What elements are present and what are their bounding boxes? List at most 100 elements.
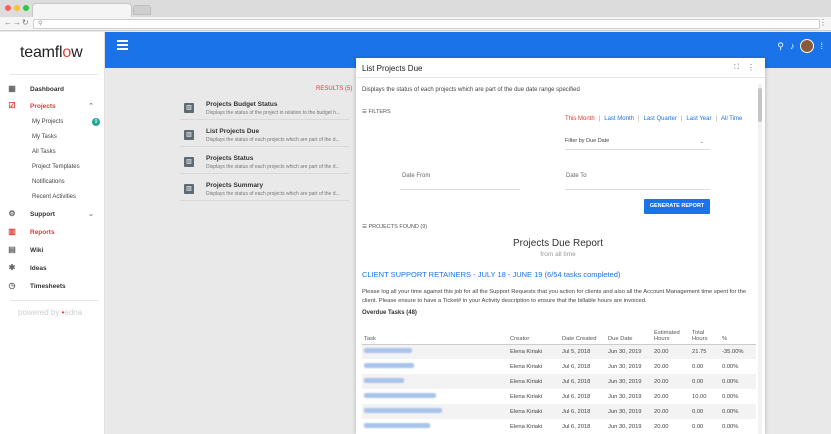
date-to-field[interactable]: Date To <box>566 173 587 179</box>
sidebar-item-ideas[interactable]: ✱ Ideas <box>8 261 47 275</box>
avatar[interactable] <box>800 39 815 53</box>
powered-by: powered by •edna <box>18 308 83 317</box>
task-link[interactable] <box>364 393 436 398</box>
date-from-field[interactable]: Date From <box>402 173 430 179</box>
period-last-year[interactable]: Last Year <box>686 116 711 122</box>
notification-bell-icon[interactable]: ♪ <box>790 41 795 51</box>
reload-icon[interactable]: ↻ <box>22 18 29 27</box>
scroll-thumb[interactable] <box>758 88 762 122</box>
generate-report-button[interactable]: GENERATE REPORT <box>644 199 710 214</box>
total-hours-cell: 21.75 <box>690 344 720 359</box>
back-icon[interactable]: ← <box>4 18 12 27</box>
dashboard-icon: ▦ <box>8 84 16 93</box>
sidebar-item-label: Reports <box>30 228 55 236</box>
percent-cell: 0.00% <box>720 374 756 389</box>
browser-tab-bar <box>0 0 831 17</box>
address-bar[interactable]: ⚲ <box>33 19 820 29</box>
task-cell[interactable] <box>362 389 508 404</box>
report-title: Projects Status <box>206 155 254 162</box>
period-last-month[interactable]: Last Month <box>604 116 634 122</box>
report-description: Displays the status of each projects whi… <box>206 137 340 143</box>
sidebar-subitem-all-tasks[interactable]: All Tasks <box>32 146 56 158</box>
creator-link[interactable]: Elena Kiriaki <box>508 344 560 359</box>
task-cell[interactable] <box>362 344 508 359</box>
period-all-time[interactable]: All Time <box>721 116 742 122</box>
sidebar-subitem-notifications[interactable]: Notifications <box>32 176 65 188</box>
estimated-hours-cell: 20.00 <box>652 344 690 359</box>
close-window-icon[interactable] <box>5 5 11 11</box>
filter-by-select[interactable]: Filter by Due Date ⌄ <box>565 138 710 150</box>
wiki-icon: ▤ <box>8 245 16 254</box>
due-date-cell: Jun 30, 2019 <box>608 423 642 430</box>
maximize-window-icon[interactable] <box>23 5 29 11</box>
sidebar-item-wiki[interactable]: ▤ Wiki <box>8 243 43 257</box>
task-cell[interactable] <box>362 419 508 434</box>
report-item-projects-summary[interactable]: ▥ Projects Summary Displays the status o… <box>180 179 350 201</box>
sidebar-subitem-recent-activities[interactable]: Recent Activities <box>32 191 76 203</box>
sidebar-subitem-my-tasks[interactable]: My Tasks <box>32 131 57 143</box>
creator-link[interactable]: Elena Kiriaki <box>508 389 560 404</box>
date-created-cell: Jul 6, 2018 <box>562 393 591 400</box>
client-description: Please log all your time against this jo… <box>362 289 747 304</box>
estimated-hours-cell: 20.00 <box>654 363 669 370</box>
report-item-list-projects-due[interactable]: ▥ List Projects Due Displays the status … <box>180 125 350 147</box>
date-from-underline <box>400 189 520 190</box>
report-description: Displays the status of the project in re… <box>206 110 341 116</box>
grid-menu-icon[interactable]: ⁞ <box>820 41 823 51</box>
sidebar-item-projects[interactable]: ☑ Projects ⌃ <box>8 99 100 113</box>
filters-label: ☰ FILTERS <box>362 109 391 115</box>
task-link[interactable] <box>364 408 442 413</box>
dialog-header: List Projects Due ⛶ ⋮ <box>356 58 765 78</box>
browser-menu-icon[interactable]: ⋮ <box>819 18 827 27</box>
task-link[interactable] <box>364 378 404 383</box>
menu-icon[interactable] <box>117 40 128 52</box>
new-tab-button[interactable] <box>133 5 151 15</box>
table-row: Elena Kiriaki Jul 6, 2018 Jun 30, 2019 2… <box>362 359 756 374</box>
task-link[interactable] <box>364 348 412 354</box>
sidebar-subitem-project-templates[interactable]: Project Templates <box>32 161 80 173</box>
estimated-hours-cell: 20.00 <box>652 404 690 419</box>
minimize-window-icon[interactable] <box>14 5 20 11</box>
search-icon[interactable]: ⚲ <box>777 41 784 52</box>
percent-cell: 0.00% <box>720 404 756 419</box>
sidebar-item-dashboard[interactable]: ▦ Dashboard <box>8 82 64 96</box>
client-heading[interactable]: CLIENT SUPPORT RETAINERS - JULY 18 - JUN… <box>362 270 620 279</box>
creator-link[interactable]: Elena Kiriaki <box>508 374 560 389</box>
report-item-projects-status[interactable]: ▥ Projects Status Displays the status of… <box>180 152 350 174</box>
period-last-quarter[interactable]: Last Quarter <box>644 116 677 122</box>
reports-icon: ▥ <box>8 227 16 236</box>
table-row: Elena Kiriaki Jul 6, 2018 Jun 30, 2019 2… <box>362 389 756 404</box>
task-cell[interactable] <box>362 404 508 419</box>
report-item-budget-status[interactable]: ▥ Projects Budget Status Displays the st… <box>180 98 350 120</box>
col-creator: Creator <box>508 322 560 345</box>
table-header-row: Task Creator Date Created Due Date Estim… <box>362 322 756 345</box>
sidebar-item-timesheets[interactable]: ◷ Timesheets <box>8 279 66 293</box>
logo: teamflow <box>20 44 83 61</box>
creator-link[interactable]: Elena Kiriaki <box>508 359 560 374</box>
task-cell[interactable] <box>362 374 508 389</box>
estimated-hours-cell: 20.00 <box>654 423 669 430</box>
more-options-icon[interactable]: ⋮ <box>747 63 755 72</box>
total-hours-cell: 0.00 <box>692 423 704 430</box>
forward-icon[interactable]: → <box>13 18 21 27</box>
sidebar-item-reports[interactable]: ▥ Reports <box>8 225 55 239</box>
period-this-month[interactable]: This Month <box>565 116 595 122</box>
due-date-cell: Jun 30, 2019 <box>606 374 652 389</box>
browser-tab[interactable] <box>32 3 132 17</box>
creator-link[interactable]: Elena Kiriaki <box>508 419 560 434</box>
table-row: Elena Kiriaki Jul 6, 2018 Jun 30, 2019 2… <box>362 419 756 434</box>
creator-link[interactable]: Elena Kiriaki <box>508 404 560 419</box>
percent-cell: 0.00% <box>722 363 739 370</box>
dialog-description: Displays the status of each projects whi… <box>362 87 580 93</box>
col-percent: % <box>720 322 756 345</box>
col-task: Task <box>362 322 508 345</box>
task-link[interactable] <box>364 423 430 428</box>
sidebar-item-label: Support <box>30 210 55 218</box>
sidebar-item-support[interactable]: ⚙ Support ⌄ <box>8 207 100 221</box>
task-cell[interactable] <box>362 359 508 374</box>
fullscreen-icon[interactable]: ⛶ <box>734 64 739 72</box>
task-link[interactable] <box>364 363 414 368</box>
scrollbar[interactable] <box>758 84 762 434</box>
sidebar-subitem-my-projects[interactable]: My Projects <box>32 116 63 128</box>
chevron-down-icon: ⌄ <box>88 211 94 218</box>
